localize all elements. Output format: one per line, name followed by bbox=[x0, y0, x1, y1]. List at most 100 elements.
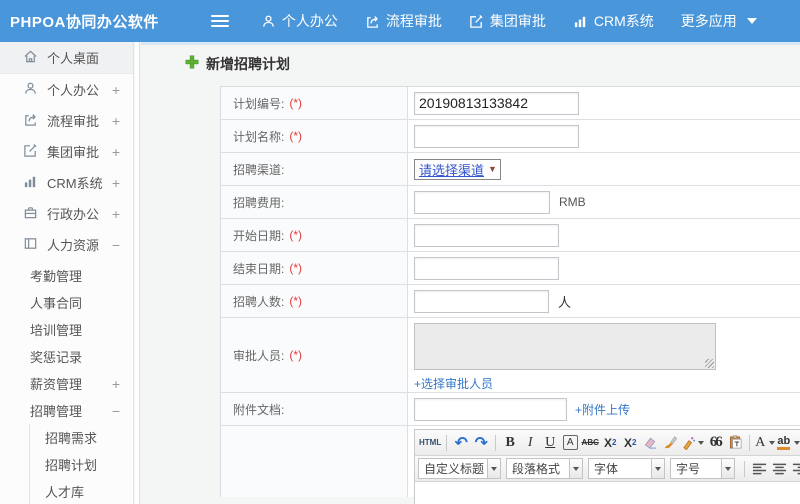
expand-minus-icon[interactable]: − bbox=[112, 403, 120, 419]
nav-group-approval[interactable]: 集团审批 bbox=[469, 11, 546, 31]
fee-input[interactable] bbox=[414, 190, 550, 214]
headcount-input[interactable] bbox=[414, 289, 549, 313]
sidebar: 个人桌面 个人办公 + 流程审批 + 集团审批 + CRM系统 + 行政办公 +… bbox=[0, 42, 134, 504]
nav-crm-system[interactable]: CRM系统 bbox=[573, 11, 654, 31]
highlight-color-button[interactable]: ab bbox=[777, 433, 800, 453]
required-marker: (*) bbox=[289, 96, 303, 110]
sidebar-item-group-approval[interactable]: 集团审批 + bbox=[0, 136, 133, 167]
field-label: 招聘人数: bbox=[233, 294, 285, 309]
header-shadow-strip bbox=[141, 42, 800, 45]
form-row-approvers: 审批人员: (*) +选择审批人员 bbox=[221, 318, 800, 393]
eraser-icon[interactable] bbox=[641, 433, 659, 453]
sidebar-item-talent-pool[interactable]: 人才库 bbox=[30, 478, 133, 504]
attachment-upload-link[interactable]: +附件上传 bbox=[575, 401, 630, 418]
expand-plus-icon[interactable]: + bbox=[112, 113, 120, 129]
sidebar-scrollbar[interactable] bbox=[135, 42, 140, 504]
form-row-end-date: 结束日期: (*) bbox=[221, 252, 800, 285]
sidebar-item-training[interactable]: 培训管理 bbox=[0, 316, 133, 343]
custom-heading-dropdown[interactable]: 自定义标题 bbox=[418, 458, 501, 479]
field-label: 附件文档: bbox=[233, 402, 285, 417]
align-center-icon[interactable] bbox=[770, 459, 788, 479]
underline-button[interactable]: U bbox=[541, 433, 559, 453]
flow-icon bbox=[365, 14, 380, 29]
required-marker: (*) bbox=[289, 261, 303, 275]
align-left-icon[interactable] bbox=[750, 459, 768, 479]
expand-plus-icon[interactable]: + bbox=[112, 82, 120, 98]
chart-icon bbox=[573, 14, 588, 29]
caret-down-icon bbox=[698, 440, 705, 445]
bold-button[interactable]: B bbox=[501, 433, 519, 453]
plan-name-input[interactable] bbox=[414, 124, 579, 148]
nav-more-apps[interactable]: 更多应用 bbox=[681, 11, 757, 31]
border-text-button[interactable]: A bbox=[562, 435, 578, 450]
channel-select[interactable]: 请选择渠道 ▼ bbox=[414, 158, 501, 180]
font-color-button[interactable]: A bbox=[755, 433, 776, 453]
format-painter-icon[interactable] bbox=[681, 433, 705, 453]
required-marker: (*) bbox=[289, 129, 303, 143]
expand-plus-icon[interactable]: + bbox=[112, 175, 120, 191]
form-row-attachment: 附件文档: +附件上传 bbox=[221, 393, 800, 426]
approver-textarea[interactable] bbox=[414, 323, 716, 370]
font-family-dropdown[interactable]: 字体 bbox=[588, 458, 665, 479]
sidebar-item-hr[interactable]: 人力资源 − bbox=[0, 229, 133, 260]
blockquote-button[interactable]: 66 bbox=[706, 433, 724, 453]
select-caret-icon: ▼ bbox=[488, 164, 497, 174]
rich-text-editor: HTML ↶ ↷ B I U A ABC X2 X 2 66 A ab 自定义标… bbox=[414, 429, 800, 504]
field-label: 开始日期: bbox=[233, 228, 285, 243]
sidebar-item-salary[interactable]: 薪资管理 + bbox=[0, 370, 133, 397]
sidebar-item-rewards[interactable]: 奖惩记录 bbox=[0, 343, 133, 370]
sidebar-item-recruit-demand[interactable]: 招聘需求 bbox=[30, 424, 133, 451]
paragraph-format-dropdown[interactable]: 段落格式 bbox=[506, 458, 583, 479]
hamburger-menu-icon[interactable] bbox=[210, 12, 229, 30]
sidebar-item-attendance[interactable]: 考勤管理 bbox=[0, 262, 133, 289]
caret-down-icon bbox=[488, 458, 501, 479]
field-label: 招聘费用: bbox=[233, 195, 285, 210]
superscript-button[interactable]: X2 bbox=[601, 433, 619, 453]
expand-plus-icon[interactable]: + bbox=[112, 144, 120, 160]
nav-workflow-approval[interactable]: 流程审批 bbox=[365, 11, 442, 31]
fee-unit-label: RMB bbox=[559, 195, 586, 209]
sidebar-item-personal-office[interactable]: 个人办公 + bbox=[0, 74, 133, 105]
nav-personal-office[interactable]: 个人办公 bbox=[261, 11, 338, 31]
top-nav: 个人办公 流程审批 集团审批 CRM系统 更多应用 bbox=[261, 11, 784, 31]
end-date-input[interactable] bbox=[414, 256, 559, 280]
sidebar-item-recruitment[interactable]: 招聘管理 − bbox=[0, 397, 133, 424]
field-label: 审批人员: bbox=[233, 348, 285, 363]
caret-down-icon bbox=[746, 18, 757, 24]
plan-number-input[interactable] bbox=[414, 91, 579, 115]
page-title: 新增招聘计划 bbox=[185, 54, 290, 74]
html-source-button[interactable]: HTML bbox=[419, 433, 441, 453]
subscript-button[interactable]: X2 bbox=[621, 433, 639, 453]
expand-minus-icon[interactable]: − bbox=[112, 237, 120, 253]
form-row-fee: 招聘费用: RMB bbox=[221, 186, 800, 219]
paste-icon[interactable] bbox=[726, 433, 744, 453]
attachment-input[interactable] bbox=[414, 397, 567, 421]
format-brush-icon[interactable] bbox=[661, 433, 679, 453]
sidebar-item-hr-contract[interactable]: 人事合同 bbox=[0, 289, 133, 316]
italic-button[interactable]: I bbox=[521, 433, 539, 453]
align-right-icon[interactable] bbox=[790, 459, 800, 479]
form-row-channel: 招聘渠道: 请选择渠道 ▼ bbox=[221, 153, 800, 186]
form-row-start-date: 开始日期: (*) bbox=[221, 219, 800, 252]
start-date-input[interactable] bbox=[414, 223, 559, 247]
sidebar-item-crm[interactable]: CRM系统 + bbox=[0, 167, 133, 198]
sidebar-item-recruit-plan[interactable]: 招聘计划 bbox=[30, 451, 133, 478]
redo-button[interactable]: ↷ bbox=[472, 433, 490, 453]
sidebar-item-admin-office[interactable]: 行政办公 + bbox=[0, 198, 133, 229]
expand-plus-icon[interactable]: + bbox=[112, 206, 120, 222]
strikethrough-button[interactable]: ABC bbox=[581, 433, 599, 453]
font-size-dropdown[interactable]: 字号 bbox=[670, 458, 735, 479]
textarea-resize-handle[interactable] bbox=[705, 359, 714, 368]
expand-plus-icon[interactable]: + bbox=[112, 376, 120, 392]
app-logo: PHPOA协同办公软件 bbox=[10, 13, 159, 31]
editor-content-area[interactable] bbox=[415, 482, 800, 504]
recruitment-submenu: 招聘需求 招聘计划 人才库 bbox=[29, 424, 133, 504]
sidebar-item-workflow-approval[interactable]: 流程审批 + bbox=[0, 105, 133, 136]
form-row-headcount: 招聘人数: (*) 人 bbox=[221, 285, 800, 318]
field-label: 计划名称: bbox=[233, 129, 285, 144]
undo-button[interactable]: ↶ bbox=[452, 433, 470, 453]
field-label: 招聘渠道: bbox=[233, 162, 285, 177]
required-marker: (*) bbox=[289, 294, 303, 308]
select-approver-link[interactable]: +选择审批人员 bbox=[414, 375, 493, 392]
sidebar-item-desktop[interactable]: 个人桌面 bbox=[0, 42, 133, 74]
